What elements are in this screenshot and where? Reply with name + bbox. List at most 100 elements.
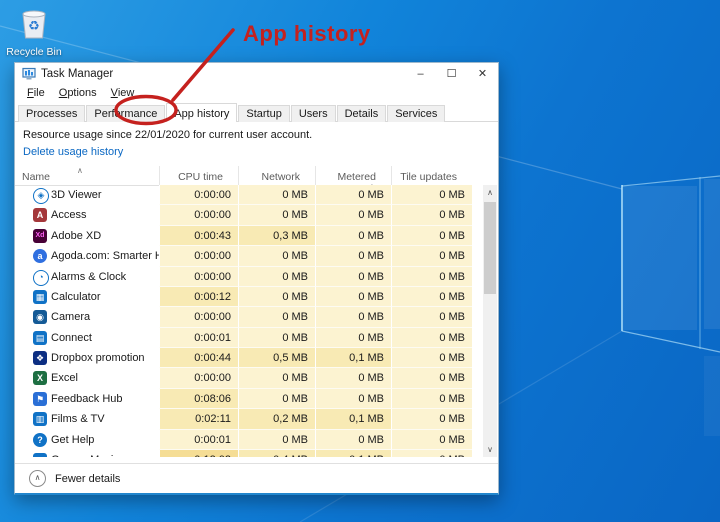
table-row-dropbox-promotion[interactable]: ❖Dropbox promotion0:00:440,5 MB0,1 MB0 M… (15, 348, 472, 368)
cell-cpu: 0:00:01 (159, 430, 238, 450)
table-row-feedback-hub[interactable]: ⚑Feedback Hub0:08:060 MB0 MB0 MB (15, 389, 472, 409)
cell-metered: 0 MB (315, 328, 391, 348)
cell-tiles: 0 MB (391, 246, 472, 266)
menu-item-view[interactable]: View (104, 85, 142, 102)
maximize-button[interactable]: ☐ (436, 63, 467, 85)
cell-metered: 0,1 MB (315, 348, 391, 368)
app-name: Dropbox promotion (15, 348, 159, 368)
cell-metered: 0,1 MB (315, 450, 391, 457)
table-row-adobe-xd[interactable]: XdAdobe XD0:00:430,3 MB0 MB0 MB (15, 226, 472, 246)
cell-tiles: 0 MB (391, 430, 472, 450)
cell-cpu: 0:00:00 (159, 368, 238, 388)
cell-network: 0 MB (238, 287, 315, 307)
tab-processes[interactable]: Processes (18, 105, 85, 122)
column-header-metered-network[interactable]: Metered network (315, 166, 383, 185)
column-header-network[interactable]: Network (238, 166, 307, 185)
cell-metered: 0,1 MB (315, 409, 391, 429)
vertical-scrollbar[interactable]: ∧ ∨ (483, 185, 497, 457)
app-name: 3D Viewer (15, 185, 159, 205)
minimize-button[interactable]: – (405, 63, 436, 85)
table-row-agoda-com-smarter-hot[interactable]: aAgoda.com: Smarter Hot...0:00:000 MB0 M… (15, 246, 472, 266)
table-row-calculator[interactable]: ▦Calculator0:00:120 MB0 MB0 MB (15, 287, 472, 307)
app-history-table: ◈3D Viewer0:00:000 MB0 MB0 MBAAccess0:00… (15, 185, 472, 457)
cell-cpu: 0:00:44 (159, 348, 238, 368)
cell-network: 0,3 MB (238, 226, 315, 246)
table-row-films-tv[interactable]: ▥Films & TV0:02:110,2 MB0,1 MB0 MB (15, 409, 472, 429)
tab-users[interactable]: Users (291, 105, 336, 122)
column-header-name[interactable]: Name (22, 171, 152, 183)
recycle-bin-label: Recycle Bin (6, 46, 62, 58)
menu-item-file[interactable]: File (20, 85, 52, 102)
table-row-access[interactable]: AAccess0:00:000 MB0 MB0 MB (15, 205, 472, 225)
column-header-tile-updates[interactable]: Tile updates (391, 166, 464, 185)
table-row-alarms-clock[interactable]: ◔Alarms & Clock0:00:000 MB0 MB0 MB (15, 267, 472, 287)
close-button[interactable]: ✕ (467, 63, 498, 85)
cell-metered: 0 MB (315, 205, 391, 225)
cell-tiles: 0 MB (391, 348, 472, 368)
cell-cpu: 0:00:00 (159, 205, 238, 225)
table-header: ∧ NameCPU timeNetworkMetered networkTile… (15, 166, 472, 186)
cell-cpu: 0:12:02 (159, 450, 238, 457)
table-row-excel[interactable]: XExcel0:00:000 MB0 MB0 MB (15, 368, 472, 388)
cell-tiles: 0 MB (391, 389, 472, 409)
cell-tiles: 0 MB (391, 328, 472, 348)
cell-network: 0 MB (238, 267, 315, 287)
cell-metered: 0 MB (315, 246, 391, 266)
desktop-background: ♻ Recycle Bin App history Task Manager –… (0, 0, 720, 522)
svg-text:♻: ♻ (28, 18, 40, 33)
cell-cpu: 0:00:00 (159, 267, 238, 287)
cell-tiles: 0 MB (391, 205, 472, 225)
cell-network: 0,2 MB (238, 409, 315, 429)
cell-network: 0 MB (238, 368, 315, 388)
cell-metered: 0 MB (315, 307, 391, 327)
cell-network: 0 MB (238, 246, 315, 266)
cell-metered: 0 MB (315, 368, 391, 388)
table-row-get-help[interactable]: ?Get Help0:00:010 MB0 MB0 MB (15, 430, 472, 450)
cell-cpu: 0:00:00 (159, 246, 238, 266)
delete-usage-history-link[interactable]: Delete usage history (23, 146, 123, 158)
cell-tiles: 0 MB (391, 307, 472, 327)
tab-details[interactable]: Details (337, 105, 387, 122)
app-name: Connect (15, 328, 159, 348)
chevron-up-icon: ∧ (29, 470, 46, 487)
table-row-camera[interactable]: ◉Camera0:00:000 MB0 MB0 MB (15, 307, 472, 327)
title-bar[interactable]: Task Manager – ☐ ✕ (15, 63, 498, 85)
cell-network: 0 MB (238, 328, 315, 348)
cell-metered: 0 MB (315, 389, 391, 409)
app-name: Camera (15, 307, 159, 327)
tab-performance[interactable]: Performance (86, 105, 165, 122)
table-row-3d-viewer[interactable]: ◈3D Viewer0:00:000 MB0 MB0 MB (15, 185, 472, 205)
tab-app-history[interactable]: App history (166, 103, 237, 122)
table-row-connect[interactable]: ▤Connect0:00:010 MB0 MB0 MB (15, 328, 472, 348)
cell-tiles: 0 MB (391, 226, 472, 246)
cell-network: 0 MB (238, 389, 315, 409)
tab-services[interactable]: Services (387, 105, 445, 122)
cell-network: 0,5 MB (238, 348, 315, 368)
cell-tiles: 0 MB (391, 368, 472, 388)
cell-network: 0 MB (238, 307, 315, 327)
cell-cpu: 0:00:12 (159, 287, 238, 307)
app-name: Alarms & Clock (15, 267, 159, 287)
column-header-cpu-time[interactable]: CPU time (159, 166, 230, 185)
cell-cpu: 0:00:00 (159, 185, 238, 205)
scroll-down-icon[interactable]: ∨ (483, 442, 497, 457)
cell-network: 0 MB (238, 185, 315, 205)
cell-tiles: 0 MB (391, 185, 472, 205)
fewer-details-button[interactable]: ∧ Fewer details (29, 470, 120, 487)
scrollbar-thumb[interactable] (484, 202, 496, 294)
fewer-details-label: Fewer details (55, 473, 120, 485)
tab-startup[interactable]: Startup (238, 105, 289, 122)
menu-bar: FileOptionsView (15, 85, 498, 102)
app-name: Calculator (15, 287, 159, 307)
cell-network: 0 MB (238, 430, 315, 450)
menu-item-options[interactable]: Options (52, 85, 104, 102)
window-title: Task Manager (41, 63, 113, 85)
app-name: Groove Music (15, 450, 159, 457)
task-manager-icon (22, 67, 36, 81)
scroll-up-icon[interactable]: ∧ (483, 185, 497, 200)
cell-network: 0 MB (238, 205, 315, 225)
cell-tiles: 0 MB (391, 267, 472, 287)
recycle-bin-shortcut[interactable]: ♻ Recycle Bin (6, 6, 62, 58)
table-row-groove-music[interactable]: ♪Groove Music0:12:020,4 MB0,1 MB0 MB (15, 450, 472, 457)
cell-network: 0,4 MB (238, 450, 315, 457)
